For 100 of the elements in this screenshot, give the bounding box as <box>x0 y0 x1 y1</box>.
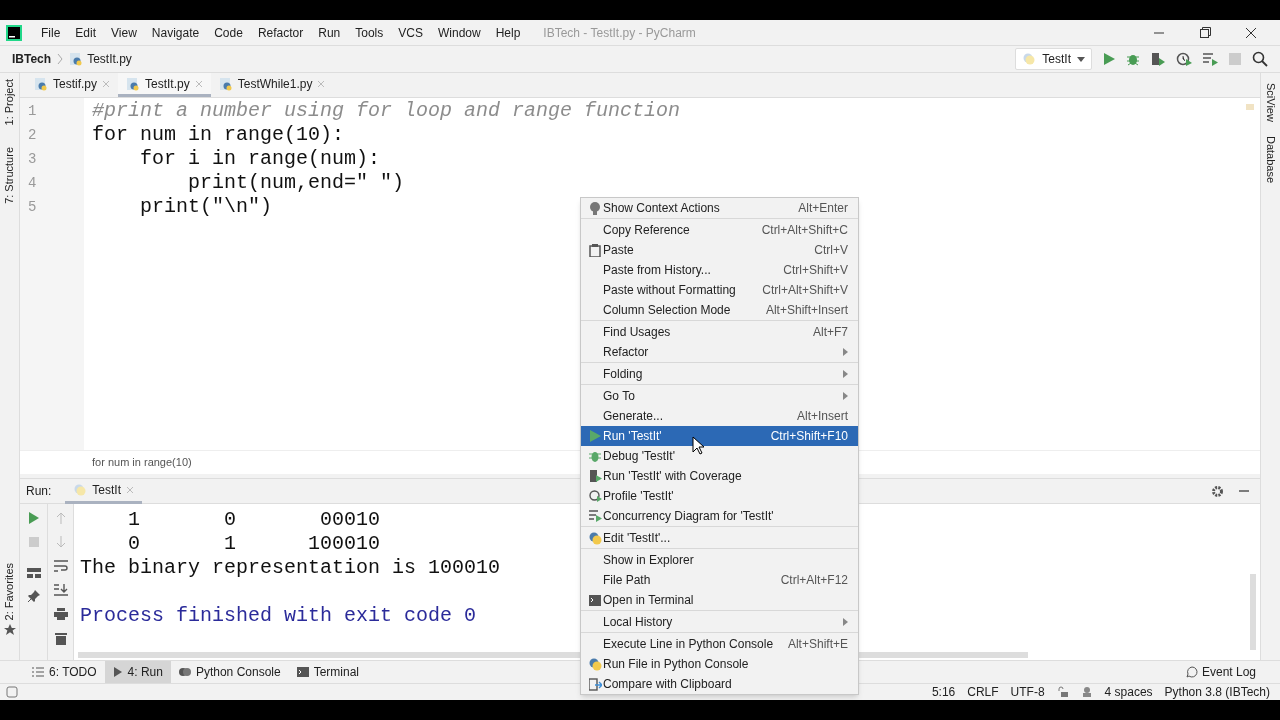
trash-icon[interactable] <box>54 632 67 645</box>
line-separator[interactable]: CRLF <box>967 683 999 701</box>
close-icon[interactable] <box>317 79 326 88</box>
context-menu-item[interactable]: Paste from History... Ctrl+Shift+V <box>581 260 858 280</box>
tool-window-button[interactable]: Python Console <box>170 660 289 684</box>
context-menu-item[interactable]: Run 'TestIt' with Coverage <box>581 466 858 486</box>
context-menu-item[interactable]: Folding <box>581 364 858 384</box>
context-menu-item[interactable]: Concurrency Diagram for 'TestIt' <box>581 506 858 526</box>
play-icon <box>112 667 123 677</box>
menu-item[interactable]: Refactor <box>250 23 311 42</box>
run-config-dropdown[interactable]: TestIt <box>1015 48 1092 70</box>
editor-tab[interactable]: TestWhile1.py <box>210 73 334 97</box>
context-menu-item[interactable]: File Path Ctrl+Alt+F12 <box>581 570 858 590</box>
python-icon <box>1022 52 1037 66</box>
context-menu-item[interactable]: Local History <box>581 612 858 632</box>
up-arrow-icon[interactable] <box>55 512 66 524</box>
exit-message: Process finished with exit code 0 <box>80 604 477 627</box>
context-menu-item[interactable]: Show in Explorer <box>581 550 858 570</box>
context-menu-item[interactable]: Find Usages Alt+F7 <box>581 322 858 342</box>
project-breadcrumb[interactable]: IBTech <box>12 50 52 68</box>
code-line: print("\n") <box>139 195 273 218</box>
compare-icon <box>588 677 602 691</box>
rerun-icon[interactable] <box>27 512 40 524</box>
shortcut-label: Ctrl+Alt+F12 <box>780 572 848 589</box>
vertical-scrollbar[interactable] <box>1250 574 1256 650</box>
shortcut-label: Alt+Enter <box>798 200 848 217</box>
coverage-icon[interactable] <box>1150 52 1166 66</box>
indent-setting[interactable]: 4 spaces <box>1104 683 1153 701</box>
pin-icon[interactable] <box>27 590 40 602</box>
context-menu-item[interactable]: Profile 'TestIt' <box>581 486 858 506</box>
favorites-tab[interactable]: 2: Favorites <box>1 562 18 636</box>
menu-item[interactable]: Window <box>430 23 488 42</box>
context-menu-item[interactable]: Go To <box>581 386 858 406</box>
profile-icon[interactable] <box>1176 52 1192 66</box>
menu-item[interactable]: Help <box>488 23 528 42</box>
tool-window-tab[interactable]: Database <box>1262 135 1279 184</box>
clipboard-icon <box>589 243 601 257</box>
context-menu-item[interactable]: Generate... Alt+Insert <box>581 406 858 426</box>
tool-window-button[interactable]: 4: Run <box>104 660 171 684</box>
settings-icon[interactable] <box>1211 484 1224 498</box>
file-breadcrumb[interactable]: TestIt.py <box>87 50 132 68</box>
layout-icon[interactable] <box>26 568 41 578</box>
scroll-to-end-icon[interactable] <box>53 584 68 596</box>
tool-window-tab[interactable]: 7: Structure <box>1 147 18 205</box>
close-icon[interactable] <box>194 79 203 88</box>
interpreter[interactable]: Python 3.8 (IBTech) <box>1164 683 1270 701</box>
context-menu-item[interactable]: Paste Ctrl+V <box>581 240 858 260</box>
menu-item[interactable]: View <box>104 23 144 42</box>
down-arrow-icon[interactable] <box>55 536 66 548</box>
caret-icon <box>1077 56 1085 62</box>
soft-wrap-icon[interactable] <box>53 560 68 572</box>
bug-icon <box>589 450 601 462</box>
panel-toggle-icon[interactable] <box>6 686 18 698</box>
context-menu-item[interactable]: Run 'TestIt' Ctrl+Shift+F10 <box>581 426 858 446</box>
code-line: for i in range(num): <box>139 147 381 170</box>
context-menu-item[interactable]: Run File in Python Console <box>581 654 858 674</box>
context-menu-item[interactable]: Copy Reference Ctrl+Alt+Shift+C <box>581 220 858 240</box>
context-menu-item[interactable]: Show Context Actions Alt+Enter <box>581 198 858 218</box>
context-menu-item[interactable]: Open in Terminal <box>581 590 858 610</box>
menu-item[interactable]: Run <box>311 23 348 42</box>
event-log-button[interactable]: Event Log <box>1185 663 1256 681</box>
context-menu-item[interactable]: Execute Line in Python Console Alt+Shift+E <box>581 634 858 654</box>
menu-item[interactable]: Tools <box>348 23 391 42</box>
lines-play-icon <box>588 510 602 522</box>
python-icon <box>588 531 602 545</box>
close-icon[interactable] <box>126 485 135 494</box>
line-number: 2 <box>27 126 38 145</box>
editor-tab[interactable]: Testif.py <box>26 73 118 97</box>
search-icon[interactable] <box>1252 51 1268 67</box>
terminal-icon <box>589 594 601 606</box>
caret-position[interactable]: 5:16 <box>931 683 956 701</box>
menu-item[interactable]: Code <box>207 23 250 42</box>
debug-icon[interactable] <box>1126 52 1140 66</box>
menu-item[interactable]: VCS <box>391 23 430 42</box>
concurrency-icon[interactable] <box>1202 52 1218 66</box>
context-menu-item[interactable]: Edit 'TestIt'... <box>581 528 858 548</box>
tool-window-button[interactable]: 6: TODO <box>24 660 105 684</box>
tool-window-button[interactable]: Terminal <box>288 660 368 684</box>
editor-tab[interactable]: TestIt.py <box>118 73 211 97</box>
line-number: 5 <box>27 198 38 217</box>
close-icon[interactable] <box>102 79 110 88</box>
shortcut-label: Ctrl+Shift+V <box>783 262 848 279</box>
context-menu-item[interactable]: Refactor <box>581 342 858 362</box>
print-icon[interactable] <box>53 608 68 620</box>
menu-item[interactable]: Navigate <box>144 23 207 42</box>
file-encoding[interactable]: UTF-8 <box>1010 683 1045 701</box>
run-icon[interactable] <box>1102 52 1116 66</box>
lock-icon[interactable] <box>1056 686 1069 698</box>
menu-item[interactable]: Edit <box>68 23 104 42</box>
tool-window-tab[interactable]: 1: Project <box>1 79 18 126</box>
inspector-icon[interactable] <box>1080 686 1093 698</box>
context-menu-item[interactable]: Compare with Clipboard <box>581 674 858 694</box>
context-menu-item[interactable]: Debug 'TestIt' <box>581 446 858 466</box>
scroll-marker <box>1246 104 1254 110</box>
context-menu-item[interactable]: Column Selection Mode Alt+Shift+Insert <box>581 300 858 320</box>
tool-window-tab[interactable]: SciView <box>1262 83 1279 122</box>
context-menu-item[interactable]: Paste without Formatting Ctrl+Alt+Shift+V <box>581 280 858 300</box>
menu-item[interactable]: File <box>34 23 68 42</box>
breadcrumb[interactable]: for num in range(10) <box>92 454 192 471</box>
shortcut-label: Alt+Shift+E <box>787 636 848 653</box>
